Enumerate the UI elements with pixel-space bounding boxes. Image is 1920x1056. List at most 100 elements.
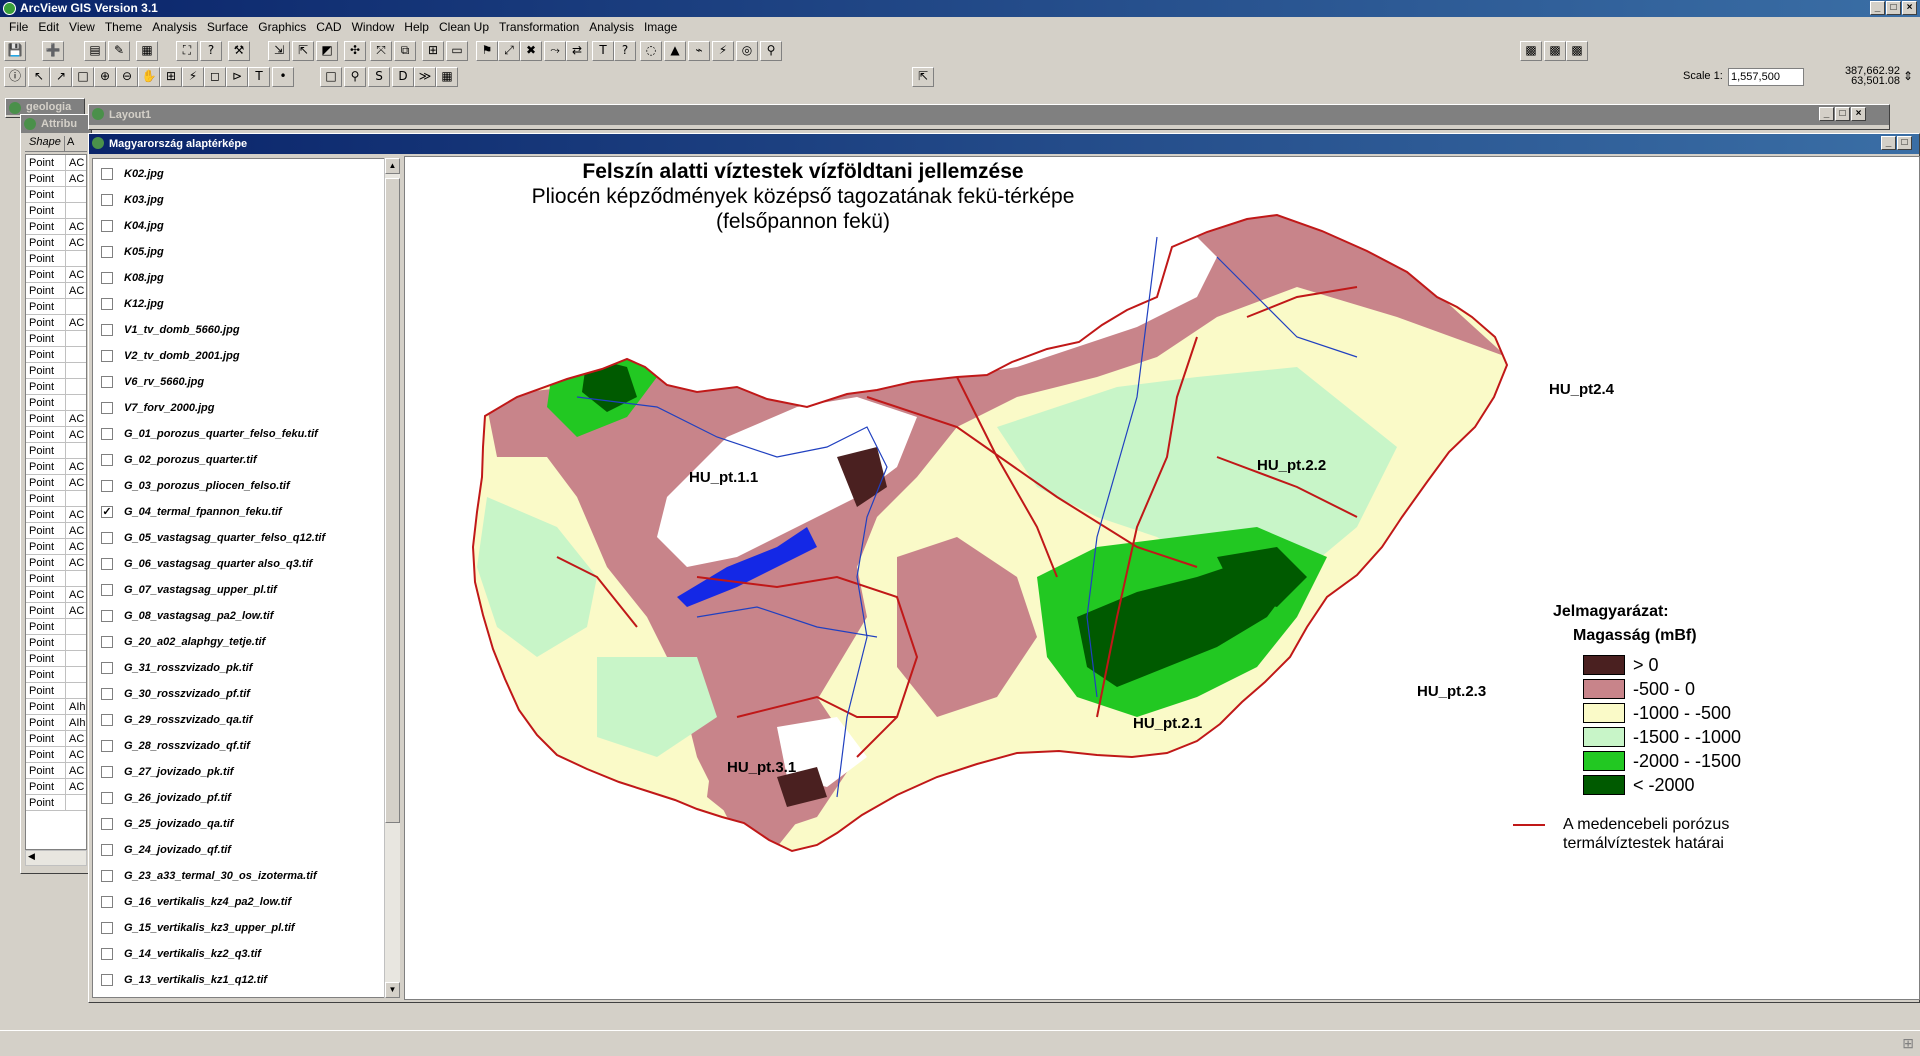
table-row[interactable]: Point AC xyxy=(26,155,86,171)
menu-theme[interactable]: Theme xyxy=(100,20,147,34)
theme-item[interactable]: G_08_vastagsag_pa2_low.tif xyxy=(101,607,273,625)
theme-item[interactable]: G_26_jovizado_pf.tif xyxy=(101,789,231,807)
theme-item[interactable]: G_30_rosszvizado_pf.tif xyxy=(101,685,250,703)
theme-item[interactable]: G_27_jovizado_pk.tif xyxy=(101,763,233,781)
checkbox-icon[interactable] xyxy=(101,194,113,206)
delete-icon[interactable]: ✖ xyxy=(520,41,542,61)
checkbox-icon[interactable] xyxy=(101,402,113,414)
checkbox-icon[interactable] xyxy=(101,350,113,362)
theme-item[interactable]: G_12_kz4_pa2_low.tif xyxy=(101,997,237,998)
table-row[interactable]: Point xyxy=(26,651,86,667)
theme-item[interactable]: G_16_vertikalis_kz4_pa2_low.tif xyxy=(101,893,291,911)
scroll-up-icon[interactable]: ▲ xyxy=(385,158,400,174)
theme-item[interactable]: G_13_vertikalis_kz1_q12.tif xyxy=(101,971,267,989)
zoom-full-icon[interactable]: ⇲ xyxy=(268,41,290,61)
layout-2-icon[interactable]: ▩ xyxy=(1544,41,1566,61)
help-icon[interactable]: ⚑ xyxy=(476,41,498,61)
table-row[interactable]: Point xyxy=(26,299,86,315)
checkbox-icon[interactable] xyxy=(101,168,113,180)
clear-select-icon[interactable]: ▭ xyxy=(446,41,468,61)
theme-item[interactable]: G_31_rosszvizado_pk.tif xyxy=(101,659,252,677)
table-row[interactable]: Point AC xyxy=(26,219,86,235)
checkbox-icon[interactable] xyxy=(101,974,113,986)
map-display[interactable]: Felszín alatti víztestek vízföldtani jel… xyxy=(404,156,1920,1000)
table-row[interactable]: Point AC xyxy=(26,603,86,619)
menu-transformation[interactable]: Transformation xyxy=(494,20,584,34)
theme-item[interactable]: G_07_vastagsag_upper_pl.tif xyxy=(101,581,277,599)
menu-analysis[interactable]: Analysis xyxy=(584,20,639,34)
table-row[interactable]: Point xyxy=(26,331,86,347)
table-row[interactable]: Point xyxy=(26,683,86,699)
menu-image[interactable]: Image xyxy=(639,20,682,34)
checkbox-icon[interactable] xyxy=(101,922,113,934)
add-theme-icon[interactable]: ➕ xyxy=(42,41,64,61)
theme-item[interactable]: G_25_jovizado_qa.tif xyxy=(101,815,233,833)
layout-close-icon[interactable]: × xyxy=(1851,107,1866,121)
theme-item[interactable]: G_15_vertikalis_kz3_upper_pl.tif xyxy=(101,919,295,937)
layout-window[interactable]: Layout1 _ □ × xyxy=(88,104,1890,130)
attr-col-shape[interactable]: Shape xyxy=(25,136,65,151)
theme-item[interactable]: G_01_porozus_quarter_felso_feku.tif xyxy=(101,425,318,443)
tools-icon[interactable]: ⚒ xyxy=(228,41,250,61)
maximize-icon[interactable]: □ xyxy=(1886,1,1901,15)
zoom-previous-icon[interactable]: ⧉ xyxy=(394,41,416,61)
menu-window[interactable]: Window xyxy=(347,20,400,34)
table-row[interactable]: Point AC xyxy=(26,523,86,539)
shape-icon[interactable]: ▲ xyxy=(664,41,686,61)
pan-icon[interactable]: ✋ xyxy=(138,67,160,87)
checkbox-icon[interactable] xyxy=(101,948,113,960)
table-row[interactable]: Point AC xyxy=(26,507,86,523)
checkbox-icon[interactable] xyxy=(101,480,113,492)
table-row[interactable]: Point xyxy=(26,395,86,411)
info-icon[interactable]: ⓘ xyxy=(4,67,26,87)
checkbox-icon[interactable] xyxy=(101,532,113,544)
select-box-icon[interactable]: □ xyxy=(72,67,94,87)
edit-legend-icon[interactable]: ✎ xyxy=(108,41,130,61)
circle-icon[interactable]: ◌ xyxy=(640,41,662,61)
table-row[interactable]: Point xyxy=(26,203,86,219)
close-icon[interactable]: × xyxy=(1902,1,1917,15)
table-row[interactable]: Point AIh xyxy=(26,699,86,715)
checkbox-icon[interactable] xyxy=(101,714,113,726)
theme-item[interactable]: K02.jpg xyxy=(101,165,164,183)
theme-item[interactable]: G_28_rosszvizado_qf.tif xyxy=(101,737,250,755)
extent-icon[interactable]: ⇱ xyxy=(912,67,934,87)
checkbox-icon[interactable] xyxy=(101,610,113,622)
layout-1-icon[interactable]: ▩ xyxy=(1520,41,1542,61)
table-row[interactable]: Point xyxy=(26,491,86,507)
table-row[interactable]: Point AC xyxy=(26,747,86,763)
checkbox-icon[interactable] xyxy=(101,220,113,232)
measure-icon[interactable]: ⊞ xyxy=(160,67,182,87)
view-minimize-icon[interactable]: _ xyxy=(1881,136,1896,150)
table-row[interactable]: Point AC xyxy=(26,539,86,555)
checkbox-icon[interactable] xyxy=(101,662,113,674)
checkbox-icon[interactable] xyxy=(101,584,113,596)
checkbox-icon[interactable] xyxy=(101,844,113,856)
checkbox-icon[interactable] xyxy=(101,688,113,700)
table-row[interactable]: Point AIh xyxy=(26,715,86,731)
theme-item[interactable]: G_02_porozus_quarter.tif xyxy=(101,451,257,469)
scroll-thumb[interactable] xyxy=(385,178,400,823)
table-row[interactable]: Point xyxy=(26,347,86,363)
pointer-icon[interactable]: ↖ xyxy=(28,67,50,87)
zoom-active-icon[interactable]: ⇱ xyxy=(292,41,314,61)
table-row[interactable]: Point AC xyxy=(26,763,86,779)
checkbox-icon[interactable] xyxy=(101,896,113,908)
table-row[interactable]: Point AC xyxy=(26,555,86,571)
theme-item[interactable]: K04.jpg xyxy=(101,217,164,235)
text-icon[interactable]: T xyxy=(592,41,614,61)
vertex-edit-icon[interactable]: ↗ xyxy=(50,67,72,87)
label-icon[interactable]: ⊳ xyxy=(226,67,248,87)
snap-icon[interactable]: S xyxy=(368,67,390,87)
area-select-icon[interactable]: ◻ xyxy=(204,67,226,87)
table-row[interactable]: Point xyxy=(26,635,86,651)
theme-item[interactable]: K12.jpg xyxy=(101,295,164,313)
theme-item[interactable]: K03.jpg xyxy=(101,191,164,209)
menu-graphics[interactable]: Graphics xyxy=(253,20,311,34)
menu-clean-up[interactable]: Clean Up xyxy=(434,20,494,34)
pan-icon[interactable]: ⚲ xyxy=(760,41,782,61)
table-row[interactable]: Point xyxy=(26,379,86,395)
theme-item[interactable]: V7_forv_2000.jpg xyxy=(101,399,215,417)
table-row[interactable]: Point AC xyxy=(26,779,86,795)
checkbox-icon[interactable] xyxy=(101,246,113,258)
